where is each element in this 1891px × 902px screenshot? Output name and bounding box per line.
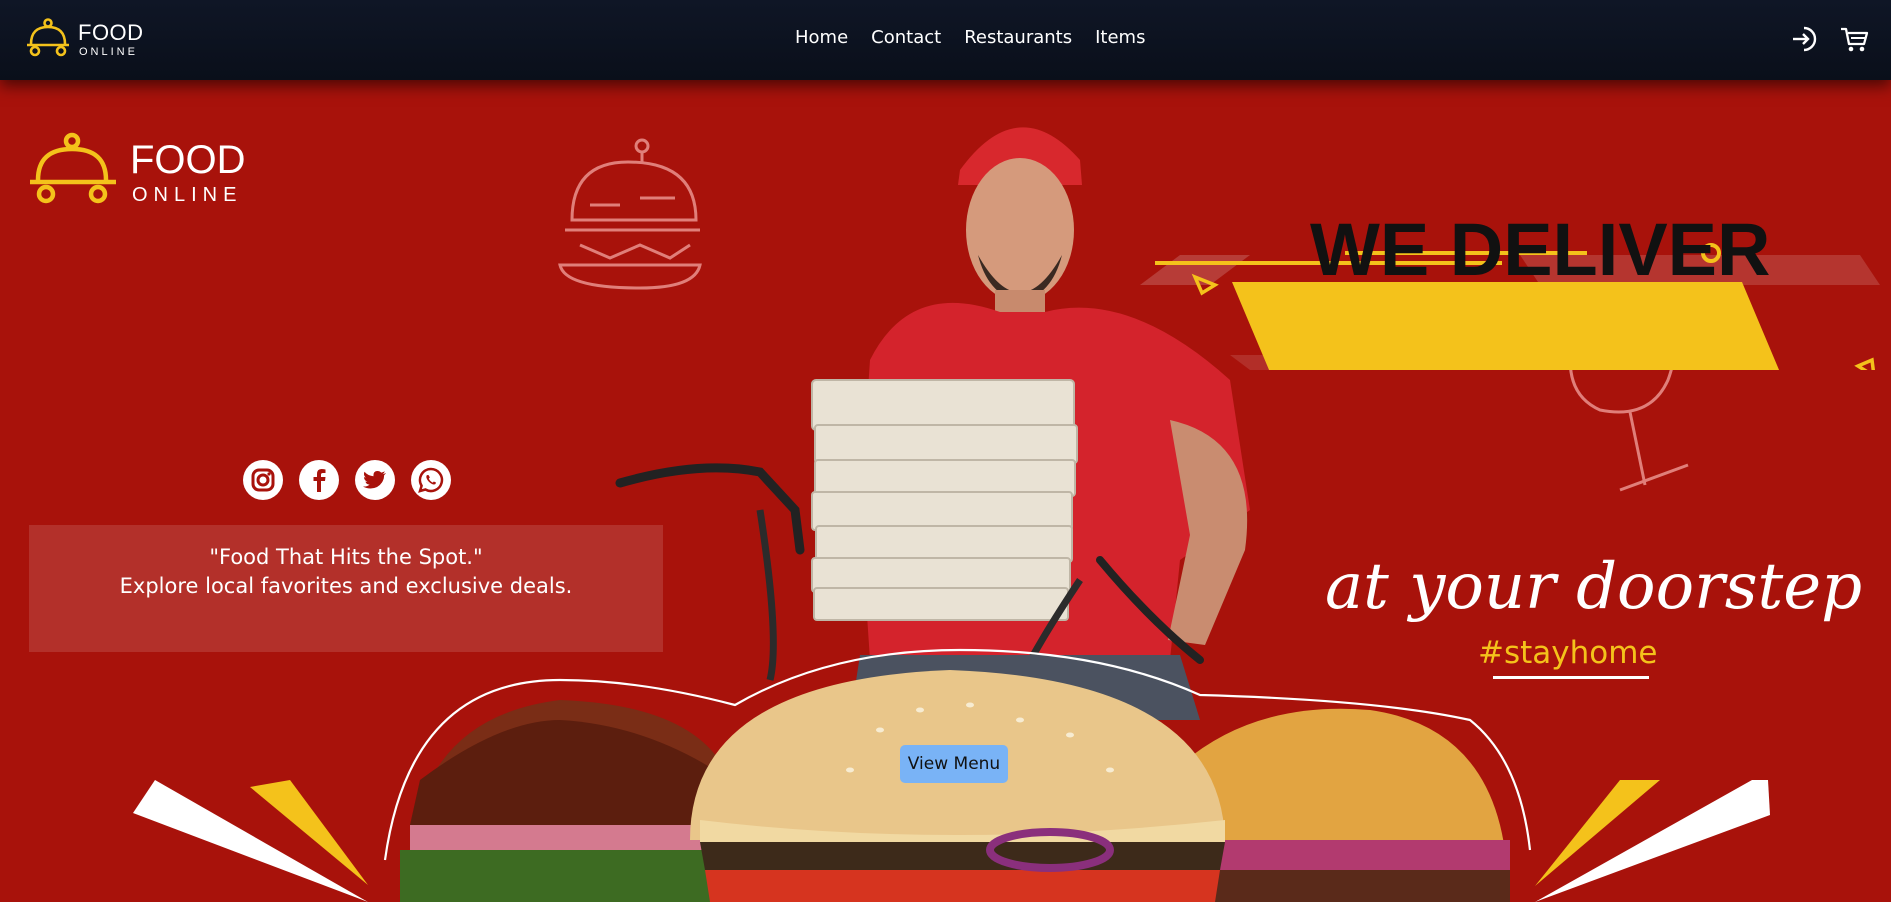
burger-right [1175,708,1510,902]
burger-doodle-icon [558,138,702,290]
whatsapp-icon[interactable] [411,460,451,500]
hero-banner: FOOD ONLINE "Food That Hits the Spot." E… [0,80,1891,902]
cart-icon[interactable] [1839,24,1869,54]
tagline-box: "Food That Hits the Spot." Explore local… [29,525,663,652]
top-navbar: FOOD ONLINE Home Contact Restaurants Ite… [0,0,1891,80]
hashtag-text: #stayhome [1478,635,1658,671]
nav-actions [1791,24,1869,54]
nav-link-restaurants[interactable]: Restaurants [964,27,1072,48]
nav-link-items[interactable]: Items [1095,27,1145,48]
nav-link-home[interactable]: Home [795,27,848,48]
instagram-icon[interactable] [243,460,283,500]
nav-logo[interactable]: FOOD ONLINE [26,18,146,62]
hero-brand-name: FOOD [130,138,246,182]
hashtag-underline [1493,676,1649,679]
nav-links: Home Contact Restaurants Items [795,27,1168,48]
hero-brand-sub: ONLINE [132,184,243,206]
tagline-subtext: Explore local favorites and exclusive de… [119,574,573,598]
nav-link-contact[interactable]: Contact [871,27,941,48]
login-icon[interactable] [1791,24,1821,54]
facebook-icon[interactable] [299,460,339,500]
view-menu-button[interactable]: View Menu [900,745,1008,783]
food-cloche-icon [30,132,116,204]
burger-left [400,700,740,902]
food-cloche-icon [27,18,69,57]
nav-brand-sub: ONLINE [79,46,138,58]
tagline-quote: "Food That Hits the Spot." [209,545,483,569]
nav-brand-name: FOOD [78,20,144,45]
twitter-icon[interactable] [355,460,395,500]
hero-logo: FOOD ONLINE [28,132,258,212]
slogan-text: at your doorstep [1325,550,1863,624]
we-deliver-text: WE DELIVER [1310,208,1771,291]
social-links [243,460,451,500]
